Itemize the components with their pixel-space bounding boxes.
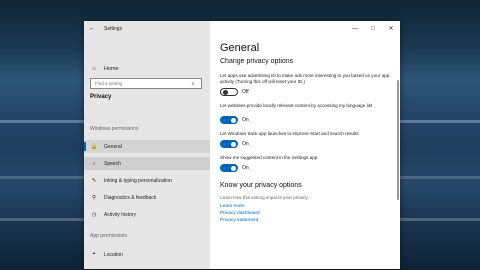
sidebar-item-diagnostics[interactable]: ⚲ Diagnostics & feedback <box>84 191 210 204</box>
suggested-content-toggle[interactable] <box>220 164 238 172</box>
privacy-dashboard-link[interactable]: Privacy dashboard <box>220 211 260 216</box>
toggle-state: On <box>242 117 249 123</box>
close-button[interactable]: ✕ <box>382 25 400 32</box>
sidebar-item-home[interactable]: ⌂ Home <box>84 62 210 76</box>
know-options-title: Know your privacy options <box>220 182 302 189</box>
history-icon: ◷ <box>91 211 97 218</box>
section-heading: App permissions <box>90 233 127 239</box>
sidebar-item-location[interactable]: ⌖ Location <box>84 248 210 261</box>
sidebar-item-label: Diagnostics & feedback <box>104 194 157 201</box>
option-description: Let Windows track app launches to improv… <box>220 131 359 136</box>
learn-more-link[interactable]: Learn more <box>220 204 245 209</box>
toggle-knob <box>231 165 236 171</box>
toggle-state: Off <box>242 89 249 95</box>
back-arrow-icon[interactable]: ← <box>84 25 100 32</box>
sidebar-item-speech[interactable]: ♪ Speech <box>84 157 210 170</box>
toggle-state: On <box>242 141 249 147</box>
search-input[interactable] <box>91 81 187 86</box>
search-box: ⌕ <box>90 78 202 89</box>
privacy-statement-link[interactable]: Privacy statement <box>220 218 258 223</box>
toggle-state: On <box>242 165 249 171</box>
track-app-launches-toggle[interactable] <box>220 140 238 148</box>
sidebar-item-label: Inking & typing personalization <box>104 177 172 184</box>
sidebar-item-label: Speech <box>104 160 121 167</box>
section-heading: Windows permissions <box>90 126 139 132</box>
diagnostics-icon: ⚲ <box>91 194 97 201</box>
sidebar-item-general[interactable]: 🔒 General <box>84 140 210 153</box>
page-title: General <box>220 42 260 54</box>
maximize-button[interactable]: □ <box>364 26 382 32</box>
toggle-knob <box>231 117 236 123</box>
sidebar-item-label: Activity history <box>104 211 136 218</box>
breadcrumb: Privacy <box>90 94 112 100</box>
microphone-icon: ♪ <box>92 160 96 167</box>
main-content: General Change privacy options Let apps … <box>210 36 400 269</box>
option-description: Let websites provide locally relevant co… <box>220 103 373 108</box>
sidebar-item-label: General <box>104 143 122 150</box>
advertising-id-toggle[interactable] <box>220 88 238 96</box>
home-icon: ⌂ <box>92 66 96 72</box>
location-icon: ⌖ <box>92 251 96 257</box>
scrollbar[interactable] <box>397 80 399 200</box>
toggle-knob <box>231 141 236 147</box>
search-icon[interactable]: ⌕ <box>187 81 199 87</box>
option-description: Let apps use advertising ID to make ads … <box>220 73 390 84</box>
language-list-toggle[interactable] <box>220 116 238 124</box>
know-options-description: Learn how this setting impacts your priv… <box>220 195 309 200</box>
sidebar-item-activity-history[interactable]: ◷ Activity history <box>84 208 210 221</box>
lock-icon: 🔒 <box>90 143 98 150</box>
settings-window: ← Settings — □ ✕ ⌂ Home ⌕ Privacy Window… <box>84 21 400 269</box>
pen-icon: ✎ <box>91 177 97 184</box>
sidebar-item-inking[interactable]: ✎ Inking & typing personalization <box>84 174 210 187</box>
toggle-knob <box>222 89 228 95</box>
option-description: Show me suggested content in the Setting… <box>220 155 318 160</box>
sidebar-item-label: Home <box>104 66 119 72</box>
window-title: Settings <box>104 25 123 32</box>
title-bar: ← Settings — □ ✕ <box>84 21 400 36</box>
sidebar-item-label: Location <box>104 251 123 258</box>
section-title: Change privacy options <box>220 58 294 65</box>
minimize-button[interactable]: — <box>346 26 364 32</box>
sidebar: ⌂ Home ⌕ Privacy Windows permissions 🔒 G… <box>84 36 210 269</box>
